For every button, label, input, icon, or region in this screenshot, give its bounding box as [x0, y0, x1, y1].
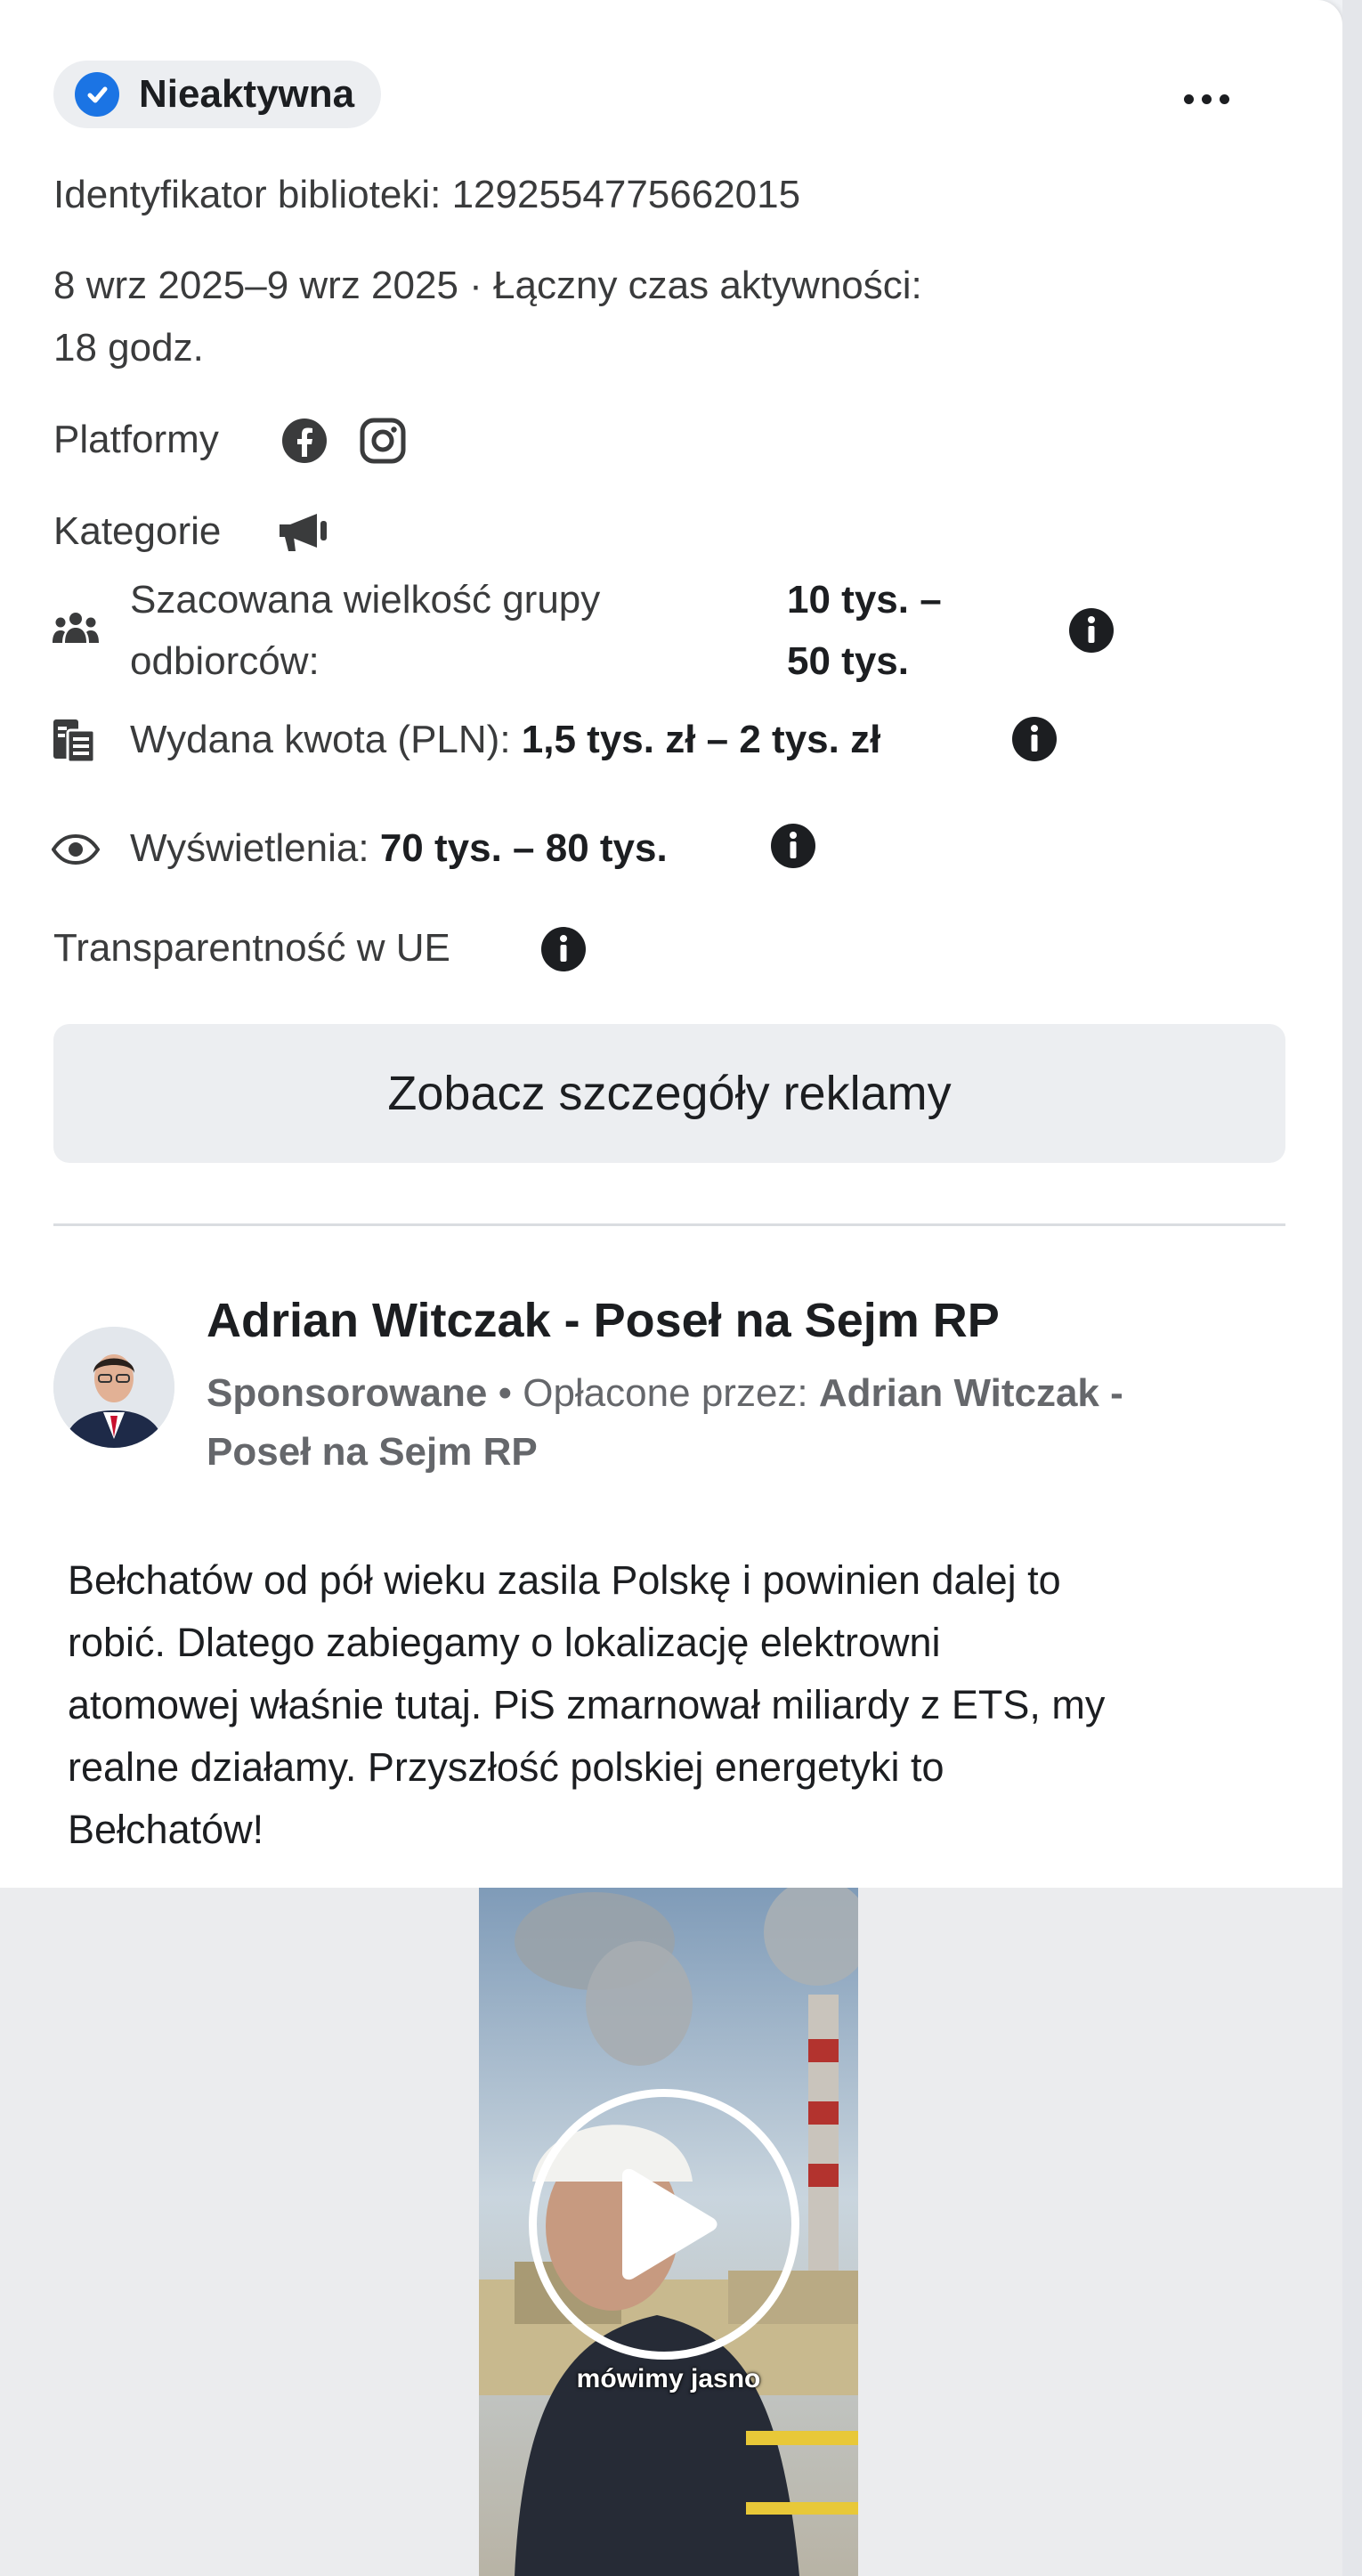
- avatar[interactable]: [53, 1327, 174, 1448]
- sponsored-label: Sponsorowane: [207, 1371, 488, 1415]
- status-label: Nieaktywna: [139, 72, 355, 116]
- see-ad-details-button[interactable]: Zobacz szczegóły reklamy: [53, 1024, 1285, 1163]
- more-options-button[interactable]: [1166, 77, 1246, 121]
- facebook-icon: [282, 418, 327, 463]
- spend-row: Wydana kwota (PLN): 1,5 tys. zł – 2 tys.…: [130, 712, 880, 768]
- ad-card: Nieaktywna Identyfikator biblioteki: 129…: [0, 0, 1342, 2576]
- instagram-icon: [360, 418, 406, 464]
- paid-by-name-2: Poseł na Sejm RP: [207, 1430, 538, 1474]
- spend-label: Wydana kwota (PLN):: [130, 718, 511, 761]
- impressions-row: Wyświetlenia: 70 tys. – 80 tys.: [130, 821, 668, 876]
- platforms-label: Platformy: [53, 418, 219, 461]
- scrollbar[interactable]: [1342, 0, 1362, 2576]
- ad-text-line: realne działamy. Przyszłość polskiej ene…: [68, 1744, 944, 1790]
- ad-text-line: Bełchatów od pół wieku zasila Polskę i p…: [68, 1557, 1061, 1603]
- audience-label-2: odbiorców:: [130, 639, 320, 683]
- impressions-label: Wyświetlenia:: [130, 826, 369, 870]
- play-button[interactable]: [529, 2089, 799, 2360]
- info-icon[interactable]: [540, 926, 587, 972]
- paid-by-prefix: • Opłacone przez:: [498, 1371, 808, 1415]
- ad-text-line: atomowej właśnie tutaj. PiS zmarnował mi…: [68, 1682, 1106, 1727]
- status-badge: Nieaktywna: [53, 61, 382, 128]
- video-caption: mówimy jasno: [576, 2364, 761, 2393]
- money-icon: [53, 719, 96, 764]
- ad-text-line: Bełchatów!: [68, 1807, 264, 1852]
- info-icon[interactable]: [1011, 716, 1058, 762]
- check-circle-icon: [75, 72, 119, 117]
- paid-by-name-1: Adrian Witczak -: [818, 1371, 1123, 1415]
- play-icon: [622, 2168, 717, 2280]
- eye-icon: [52, 834, 100, 865]
- spend-value: 1,5 tys. zł – 2 tys. zł: [521, 718, 881, 761]
- advertiser-name[interactable]: Adrian Witczak - Poseł na Sejm RP: [207, 1293, 1000, 1348]
- info-icon[interactable]: [1068, 607, 1115, 654]
- people-icon: [53, 613, 99, 643]
- ad-text-line: robić. Dlatego zabiegamy o lokalizację e…: [68, 1620, 941, 1665]
- eu-transparency-label: Transparentność w UE: [53, 926, 450, 970]
- ad-body-text: Bełchatów od pół wieku zasila Polskę i p…: [68, 1549, 1287, 1861]
- audience-label-1: Szacowana wielkość grupy: [130, 578, 601, 622]
- library-id: Identyfikator biblioteki: 12925547756620…: [53, 173, 801, 216]
- run-dates: 8 wrz 2025–9 wrz 2025 · Łączny czas akty…: [53, 264, 922, 307]
- info-icon[interactable]: [770, 823, 816, 869]
- advertiser-meta: Sponsorowane • Opłacone przez: Adrian Wi…: [207, 1364, 1275, 1482]
- run-duration: 18 godz.: [53, 326, 204, 370]
- audience-value-1: 10 tys. –: [787, 578, 942, 622]
- megaphone-icon: [280, 514, 327, 551]
- categories-label: Kategorie: [53, 509, 222, 553]
- more-dots-icon: [1183, 93, 1194, 104]
- audience-value-2: 50 tys.: [787, 639, 909, 683]
- divider: [53, 1223, 1285, 1226]
- impressions-value: 70 tys. – 80 tys.: [379, 826, 668, 870]
